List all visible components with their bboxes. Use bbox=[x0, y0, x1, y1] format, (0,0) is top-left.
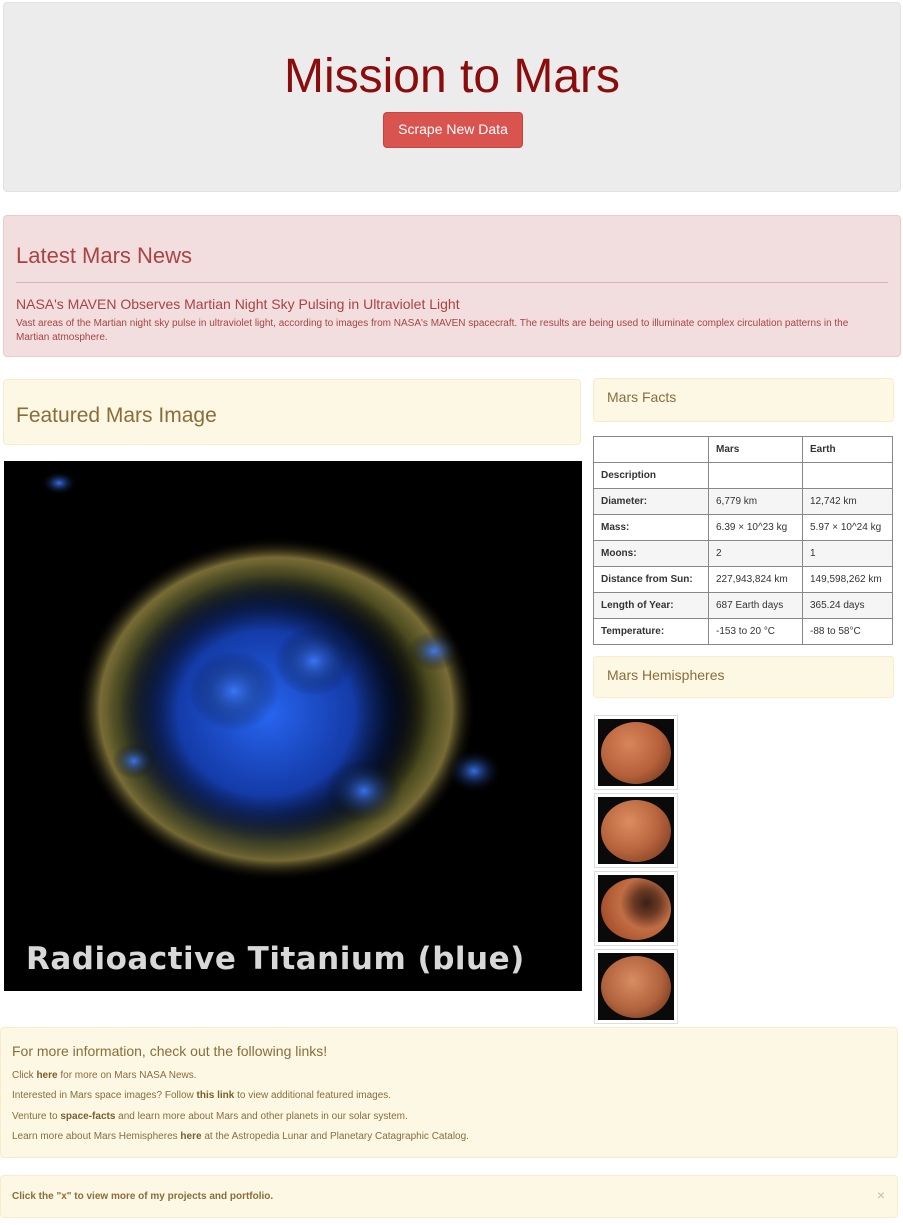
planet-icon bbox=[601, 800, 671, 862]
link-line-facts: Venture to space-facts and learn more ab… bbox=[12, 1111, 408, 1122]
table-row: Temperature: -153 to 20 °C -88 to 58°C bbox=[593, 618, 893, 645]
more-info-panel: For more information, check out the foll… bbox=[0, 1027, 898, 1158]
table-cell bbox=[802, 462, 893, 489]
table-header-row: Mars Earth bbox=[593, 436, 893, 463]
featured-image-caption: Radioactive Titanium (blue) bbox=[26, 941, 525, 977]
table-cell: 2 bbox=[708, 540, 803, 567]
scrape-new-data-button[interactable]: Scrape New Data bbox=[383, 112, 523, 148]
featured-image-heading: Featured Mars Image bbox=[16, 404, 217, 427]
hemisphere-thumbnail[interactable] bbox=[594, 871, 678, 946]
link-line-images: Interested in Mars space images? Follow … bbox=[12, 1090, 391, 1101]
space-facts-link[interactable]: space-facts bbox=[60, 1111, 115, 1122]
mars-facts-table: Mars Earth Description Diameter: 6,779 k… bbox=[593, 436, 893, 645]
link-text: to view additional featured images. bbox=[234, 1090, 392, 1101]
hemispheres-link[interactable]: here bbox=[180, 1131, 201, 1142]
latest-news-panel: Latest Mars News NASA's MAVEN Observes M… bbox=[3, 215, 901, 357]
table-cell: 365.24 days bbox=[802, 592, 893, 619]
table-header-cell bbox=[593, 436, 709, 463]
link-text: at the Astropedia Lunar and Planetary Ca… bbox=[201, 1131, 469, 1142]
planet-icon bbox=[601, 722, 671, 784]
featured-image-panel: Featured Mars Image bbox=[3, 379, 581, 445]
header-jumbotron: Mission to Mars Scrape New Data bbox=[3, 2, 901, 192]
table-row: Mass: 6.39 × 10^23 kg 5.97 × 10^24 kg bbox=[593, 514, 893, 541]
table-cell: 12,742 km bbox=[802, 488, 893, 515]
hemisphere-image bbox=[598, 875, 674, 942]
hemisphere-thumbnail[interactable] bbox=[594, 949, 678, 1024]
table-header-cell: Earth bbox=[802, 436, 893, 463]
table-cell: 687 Earth days bbox=[708, 592, 803, 619]
table-cell: Description bbox=[593, 462, 709, 489]
table-row: Description bbox=[593, 462, 893, 489]
link-text: and learn more about Mars and other plan… bbox=[115, 1111, 408, 1122]
table-cell: 6,779 km bbox=[708, 488, 803, 515]
table-cell: 1 bbox=[802, 540, 893, 567]
table-cell: 227,943,824 km bbox=[708, 566, 803, 593]
alert-message: Click the "x" to view more of my project… bbox=[12, 1191, 274, 1202]
table-cell: -88 to 58°C bbox=[802, 618, 893, 645]
hemisphere-image bbox=[598, 719, 674, 786]
table-row: Diameter: 6,779 km 12,742 km bbox=[593, 488, 893, 515]
planet-icon bbox=[601, 878, 671, 940]
link-line-hemispheres: Learn more about Mars Hemispheres here a… bbox=[12, 1131, 469, 1142]
hemisphere-thumbnail[interactable] bbox=[594, 793, 678, 868]
table-cell: 149,598,262 km bbox=[802, 566, 893, 593]
images-link[interactable]: this link bbox=[197, 1090, 235, 1101]
hemisphere-image bbox=[598, 797, 674, 864]
table-cell bbox=[708, 462, 803, 489]
table-cell: 6.39 × 10^23 kg bbox=[708, 514, 803, 541]
link-text: Click bbox=[12, 1070, 37, 1081]
table-cell: Length of Year: bbox=[593, 592, 709, 619]
mars-facts-heading: Mars Facts bbox=[607, 389, 677, 405]
table-cell: Temperature: bbox=[593, 618, 709, 645]
news-heading: Latest Mars News bbox=[16, 243, 193, 268]
hemisphere-thumbnail[interactable] bbox=[594, 715, 678, 790]
table-row: Length of Year: 687 Earth days 365.24 da… bbox=[593, 592, 893, 619]
table-row: Moons: 2 1 bbox=[593, 540, 893, 567]
close-icon[interactable]: × bbox=[877, 1187, 885, 1203]
table-cell: Distance from Sun: bbox=[593, 566, 709, 593]
table-cell: -153 to 20 °C bbox=[708, 618, 803, 645]
news-title: NASA's MAVEN Observes Martian Night Sky … bbox=[16, 296, 460, 312]
news-link[interactable]: here bbox=[36, 1070, 57, 1081]
portfolio-alert: Click the "x" to view more of my project… bbox=[0, 1175, 898, 1218]
table-cell: Moons: bbox=[593, 540, 709, 567]
table-cell: Diameter: bbox=[593, 488, 709, 515]
mars-facts-panel: Mars Facts bbox=[593, 378, 894, 422]
link-text: for more on Mars NASA News. bbox=[57, 1070, 197, 1081]
link-text: Interested in Mars space images? Follow bbox=[12, 1090, 197, 1101]
link-line-news: Click here for more on Mars NASA News. bbox=[12, 1070, 197, 1081]
table-row: Distance from Sun: 227,943,824 km 149,59… bbox=[593, 566, 893, 593]
link-text: Learn more about Mars Hemispheres bbox=[12, 1131, 181, 1142]
news-divider bbox=[16, 282, 888, 283]
table-header-cell: Mars bbox=[708, 436, 803, 463]
table-cell: Mass: bbox=[593, 514, 709, 541]
news-body: Vast areas of the Martian night sky puls… bbox=[16, 318, 849, 343]
planet-icon bbox=[601, 956, 671, 1018]
more-info-heading: For more information, check out the foll… bbox=[12, 1043, 328, 1059]
page-title: Mission to Mars bbox=[283, 50, 621, 103]
mars-hemispheres-heading: Mars Hemispheres bbox=[607, 667, 725, 683]
featured-image[interactable]: Radioactive Titanium (blue) bbox=[4, 461, 582, 991]
mars-hemispheres-panel: Mars Hemispheres bbox=[593, 656, 894, 698]
table-cell: 5.97 × 10^24 kg bbox=[802, 514, 893, 541]
link-text: Venture to bbox=[12, 1111, 61, 1122]
supernova-image bbox=[4, 461, 582, 991]
hemisphere-image bbox=[598, 953, 674, 1020]
